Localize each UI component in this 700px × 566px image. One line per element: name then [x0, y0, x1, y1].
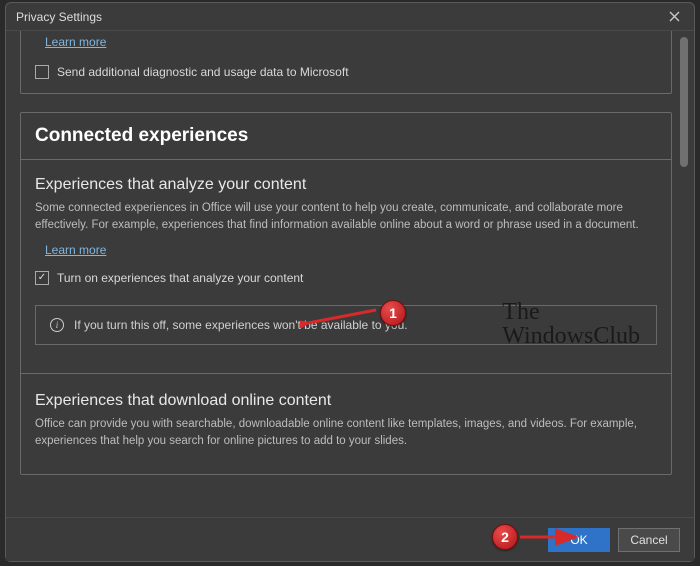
scrollbar[interactable] — [680, 37, 688, 511]
scrollbar-thumb[interactable] — [680, 37, 688, 167]
diagnostic-panel: Learn more Send additional diagnostic an… — [20, 31, 672, 94]
analyze-info-box: i If you turn this off, some experiences… — [35, 305, 657, 345]
cancel-button[interactable]: Cancel — [618, 528, 680, 552]
diagnostic-learn-more-link[interactable]: Learn more — [45, 35, 106, 49]
info-icon: i — [50, 318, 64, 332]
analyze-info-text: If you turn this off, some experiences w… — [74, 318, 408, 332]
diagnostic-checkbox[interactable] — [35, 65, 49, 79]
download-heading: Experiences that download online content — [35, 392, 657, 410]
cancel-button-label: Cancel — [630, 533, 667, 547]
dialog-footer: OK Cancel — [6, 517, 694, 561]
ok-button[interactable]: OK — [548, 528, 610, 552]
analyze-body: Some connected experiences in Office wil… — [35, 200, 657, 233]
connected-heading: Connected experiences — [21, 121, 671, 160]
diagnostic-checkbox-label: Send additional diagnostic and usage dat… — [57, 65, 349, 79]
analyze-learn-more-link[interactable]: Learn more — [45, 243, 106, 257]
titlebar: Privacy Settings — [6, 3, 694, 31]
analyze-checkbox[interactable] — [35, 271, 49, 285]
dialog-title: Privacy Settings — [16, 10, 102, 24]
dialog-content: Learn more Send additional diagnostic an… — [6, 31, 694, 517]
close-icon[interactable] — [662, 5, 686, 29]
connected-experiences-panel: Connected experiences Experiences that a… — [20, 112, 672, 475]
analyze-checkbox-label: Turn on experiences that analyze your co… — [57, 271, 303, 285]
download-body: Office can provide you with searchable, … — [35, 416, 657, 449]
analyze-heading: Experiences that analyze your content — [35, 176, 657, 194]
ok-button-label: OK — [570, 533, 587, 547]
privacy-settings-dialog: Privacy Settings Learn more Send additio… — [5, 2, 695, 562]
